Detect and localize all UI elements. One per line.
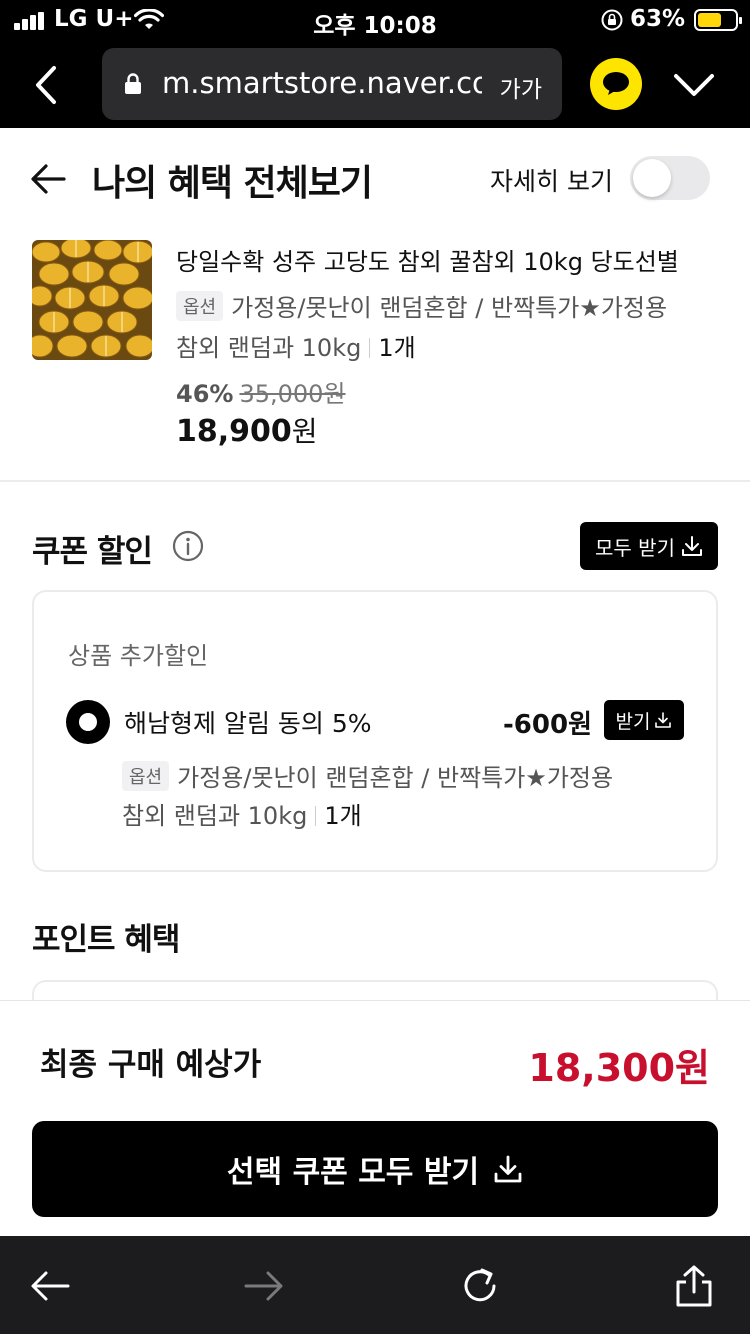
product-title[interactable]: 당일수확 성주 고당도 참외 꿀참외 10kg 당도선별 xyxy=(176,242,722,277)
quantity: 1개 xyxy=(378,334,416,362)
detail-toggle-label: 자세히 보기 xyxy=(490,167,613,196)
coupon-name: 해남형제 알림 동의 5% xyxy=(124,709,372,738)
product-option-line-2: 참외 랜덤과 10kg 1개 xyxy=(176,328,416,363)
option-tag: 옵션 xyxy=(176,291,224,321)
sale-price-unit: 원 xyxy=(291,415,318,448)
coupon-option-line-2: 참외 랜덤과 10kg 1개 xyxy=(122,796,362,831)
share-icon[interactable] xyxy=(672,1264,716,1308)
refresh-icon[interactable] xyxy=(458,1264,502,1308)
text-size-button[interactable]: 가가 xyxy=(500,70,542,104)
section-divider xyxy=(0,480,750,482)
discount-row: 46% 35,000원 xyxy=(176,374,346,409)
product-thumbnail xyxy=(32,240,152,360)
address-bar[interactable]: m.smartstore.naver.com 가가 xyxy=(102,48,562,120)
url-text: m.smartstore.naver.com xyxy=(162,66,482,100)
coupon-receive-button[interactable]: 받기 xyxy=(604,700,684,740)
final-price: 18,300원 xyxy=(528,1046,710,1090)
battery-icon xyxy=(694,9,742,31)
coupon-section-title: 쿠폰 할인 xyxy=(32,534,153,570)
download-icon xyxy=(681,536,702,556)
detail-toggle-switch[interactable] xyxy=(630,156,710,200)
coupon-card-subtitle: 상품 추가할인 xyxy=(68,642,209,670)
sale-price: 18,900원 xyxy=(176,410,318,450)
back-arrow-icon[interactable] xyxy=(30,162,66,196)
download-icon xyxy=(655,712,672,728)
receive-selected-coupons-button[interactable]: 선택 쿠폰 모두 받기 xyxy=(32,1121,718,1217)
discount-percent: 46% xyxy=(176,380,234,408)
sale-price-number: 18,900 xyxy=(176,414,292,449)
coupon-radio-selected[interactable] xyxy=(66,700,110,744)
download-all-label: 모두 받기 xyxy=(595,535,675,560)
summary-sheet: 최종 구매 예상가 18,300원 선택 쿠폰 모두 받기 xyxy=(0,1000,750,1236)
download-icon xyxy=(494,1155,522,1183)
coupon-receive-label: 받기 xyxy=(615,710,651,733)
lock-icon xyxy=(125,73,141,94)
option-tag: 옵션 xyxy=(122,761,170,791)
points-section-title: 포인트 혜택 xyxy=(32,922,180,958)
coupon-quantity: 1개 xyxy=(324,802,362,830)
download-all-button[interactable]: 모두 받기 xyxy=(580,522,718,570)
final-price-label: 최종 구매 예상가 xyxy=(40,1047,262,1083)
rotation-lock-icon xyxy=(601,9,623,31)
option-text: 가정용/못난이 랜덤혼합 / 반짝특가★가정용 xyxy=(231,294,668,322)
back-arrow-icon[interactable] xyxy=(28,1264,72,1308)
coupon-card: 상품 추가할인 해남형제 알림 동의 5% -600원 받기 옵션 가정용/못난이… xyxy=(32,590,718,872)
info-icon[interactable] xyxy=(172,530,204,562)
browser-toolbar xyxy=(0,1236,750,1334)
coupon-option-text: 가정용/못난이 랜덤혼합 / 반짝특가★가정용 xyxy=(177,764,614,792)
page-title: 나의 혜택 전체보기 xyxy=(92,163,373,204)
option-text-2: 참외 랜덤과 10kg xyxy=(176,334,362,362)
forward-arrow-icon[interactable] xyxy=(242,1264,286,1308)
cta-label: 선택 쿠폰 모두 받기 xyxy=(226,1155,480,1190)
battery-percent: 63% xyxy=(630,6,686,32)
product-option-line: 옵션 가정용/못난이 랜덤혼합 / 반짝특가★가정용 xyxy=(176,288,667,323)
coupon-option-line: 옵션 가정용/못난이 랜덤혼합 / 반짝특가★가정용 xyxy=(122,758,613,793)
coupon-amount: -600원 xyxy=(503,710,592,740)
original-price: 35,000원 xyxy=(239,380,346,408)
browser-chrome: LG U+ 오후 10:08 63% m.smartstore.naver.co… xyxy=(0,0,750,128)
browser-back-chevron-icon[interactable] xyxy=(30,64,64,106)
chevron-down-icon[interactable] xyxy=(672,72,716,98)
kakao-talk-icon[interactable] xyxy=(590,58,642,110)
battery-level xyxy=(698,13,721,27)
coupon-option-text-2: 참외 랜덤과 10kg xyxy=(122,802,308,830)
status-bar: LG U+ 오후 10:08 63% xyxy=(0,0,750,40)
